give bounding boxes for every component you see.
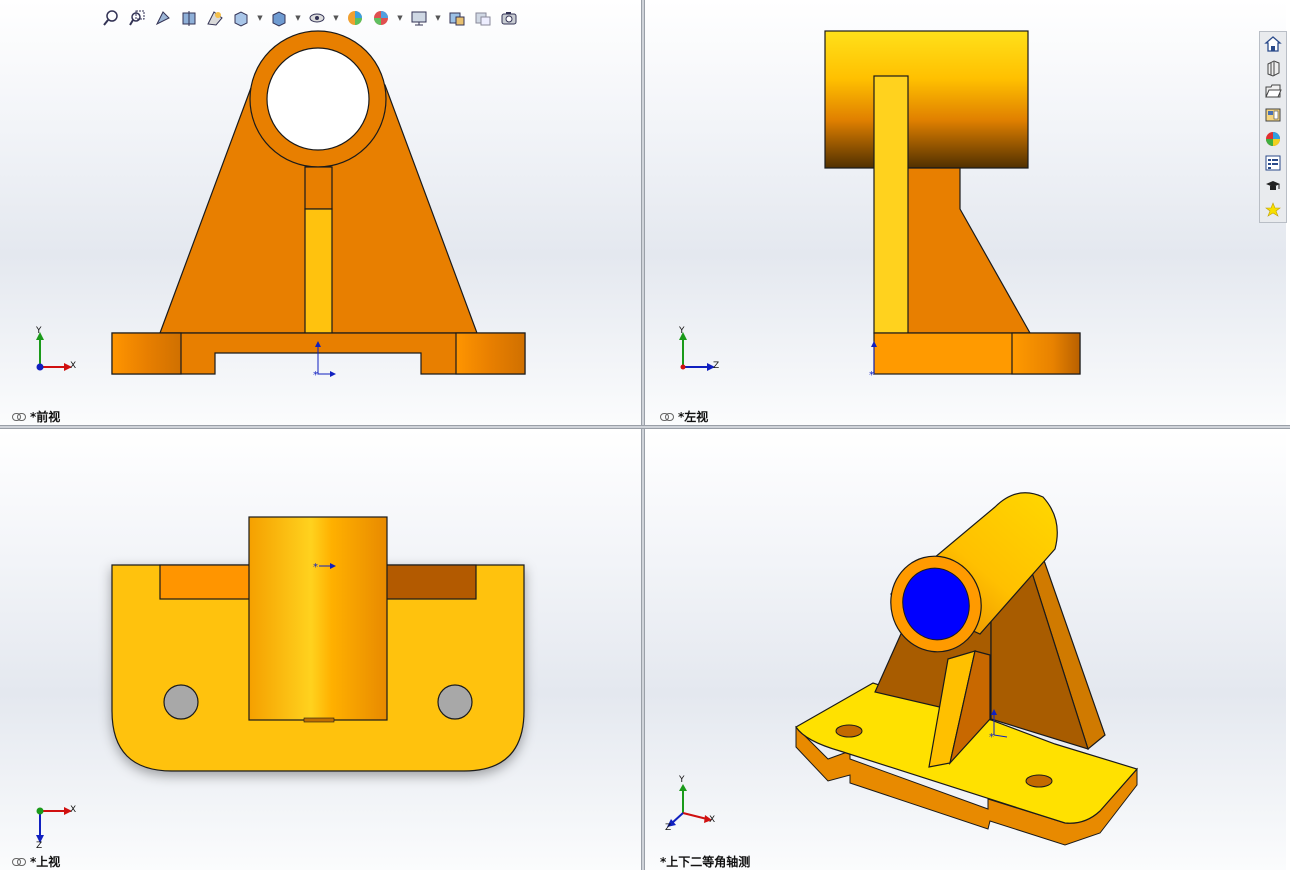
triad-y-label: Y — [679, 326, 685, 336]
view-settings-dropdown-icon[interactable]: ▼ — [434, 14, 442, 22]
front-view-label: *前视 — [12, 408, 60, 425]
view-orientation-dropdown-icon[interactable]: ▼ — [256, 14, 264, 22]
horizontal-viewport-splitter[interactable] — [0, 425, 1290, 429]
svg-text:*: * — [869, 370, 874, 381]
heads-up-view-toolbar: ▼ ▼ ▼ ▼ ▼ — [100, 6, 520, 30]
file-explorer-icon[interactable] — [1261, 80, 1285, 104]
left-view-label: *左视 — [660, 408, 708, 425]
iso-view-name: *上下二等角轴测 — [660, 855, 751, 869]
view-settings-icon[interactable] — [408, 7, 430, 29]
hide-show-items-icon[interactable] — [306, 7, 328, 29]
tutorial-icon[interactable] — [1261, 175, 1285, 199]
display-pane-icon[interactable] — [446, 7, 468, 29]
layers-icon[interactable] — [472, 7, 494, 29]
vertical-viewport-splitter[interactable] — [641, 0, 645, 870]
camera-icon[interactable] — [498, 7, 520, 29]
front-view-model: * — [36, 30, 526, 381]
triad-x-label: X — [70, 361, 77, 371]
hide-show-dropdown-icon[interactable]: ▼ — [332, 14, 340, 22]
appearances-icon[interactable] — [1261, 127, 1285, 151]
triad-y-label: Y — [36, 326, 42, 336]
custom-properties-icon[interactable] — [1261, 151, 1285, 175]
zoom-to-area-icon[interactable] — [126, 7, 148, 29]
left-view-name: *左视 — [678, 410, 709, 424]
task-pane-tabs — [1259, 31, 1287, 223]
section-view-icon[interactable] — [178, 7, 200, 29]
triad-x-label: X — [70, 805, 77, 815]
dynamic-annotation-icon[interactable] — [204, 7, 226, 29]
apply-scene-dropdown-icon[interactable]: ▼ — [396, 14, 404, 22]
edit-appearance-icon[interactable] — [344, 7, 366, 29]
triad-x-label: X — [709, 815, 716, 825]
view-palette-icon[interactable] — [1261, 103, 1285, 127]
triad-y-label: Y — [679, 775, 685, 785]
display-style-icon[interactable] — [268, 7, 290, 29]
svg-text:*: * — [313, 562, 318, 573]
top-view-model: * — [36, 516, 525, 843]
top-view-label: *上视 — [12, 853, 60, 870]
display-style-dropdown-icon[interactable]: ▼ — [294, 14, 302, 22]
apply-scene-icon[interactable] — [370, 7, 392, 29]
iso-view-label: *上下二等角轴测 — [660, 853, 750, 870]
previous-view-icon[interactable] — [152, 7, 174, 29]
isometric-viewport[interactable]: * Y X Z *上下二等角轴测 — [645, 429, 1286, 870]
top-view-name: *上视 — [30, 855, 61, 869]
svg-text:*: * — [313, 370, 318, 381]
triad-z-label: Z — [665, 823, 672, 833]
front-viewport[interactable]: * Y X ▼ ▼ ▼ ▼ ▼ *前视 — [0, 0, 641, 425]
view-orientation-icon[interactable] — [230, 7, 252, 29]
front-view-name: *前视 — [30, 410, 61, 424]
favorites-icon[interactable] — [1261, 198, 1285, 222]
home-icon[interactable] — [1261, 32, 1285, 56]
top-viewport[interactable]: * X Z *上视 — [0, 429, 641, 870]
left-view-model: * — [679, 30, 1081, 381]
left-viewport[interactable]: * Y Z *左视 — [645, 0, 1286, 425]
zoom-to-fit-icon[interactable] — [100, 7, 122, 29]
parts-library-icon[interactable] — [1261, 56, 1285, 80]
isometric-view-model: * — [667, 492, 1139, 846]
svg-text:*: * — [989, 732, 994, 743]
triad-z-label: Z — [713, 361, 720, 371]
triad-z-label: Z — [36, 841, 43, 851]
